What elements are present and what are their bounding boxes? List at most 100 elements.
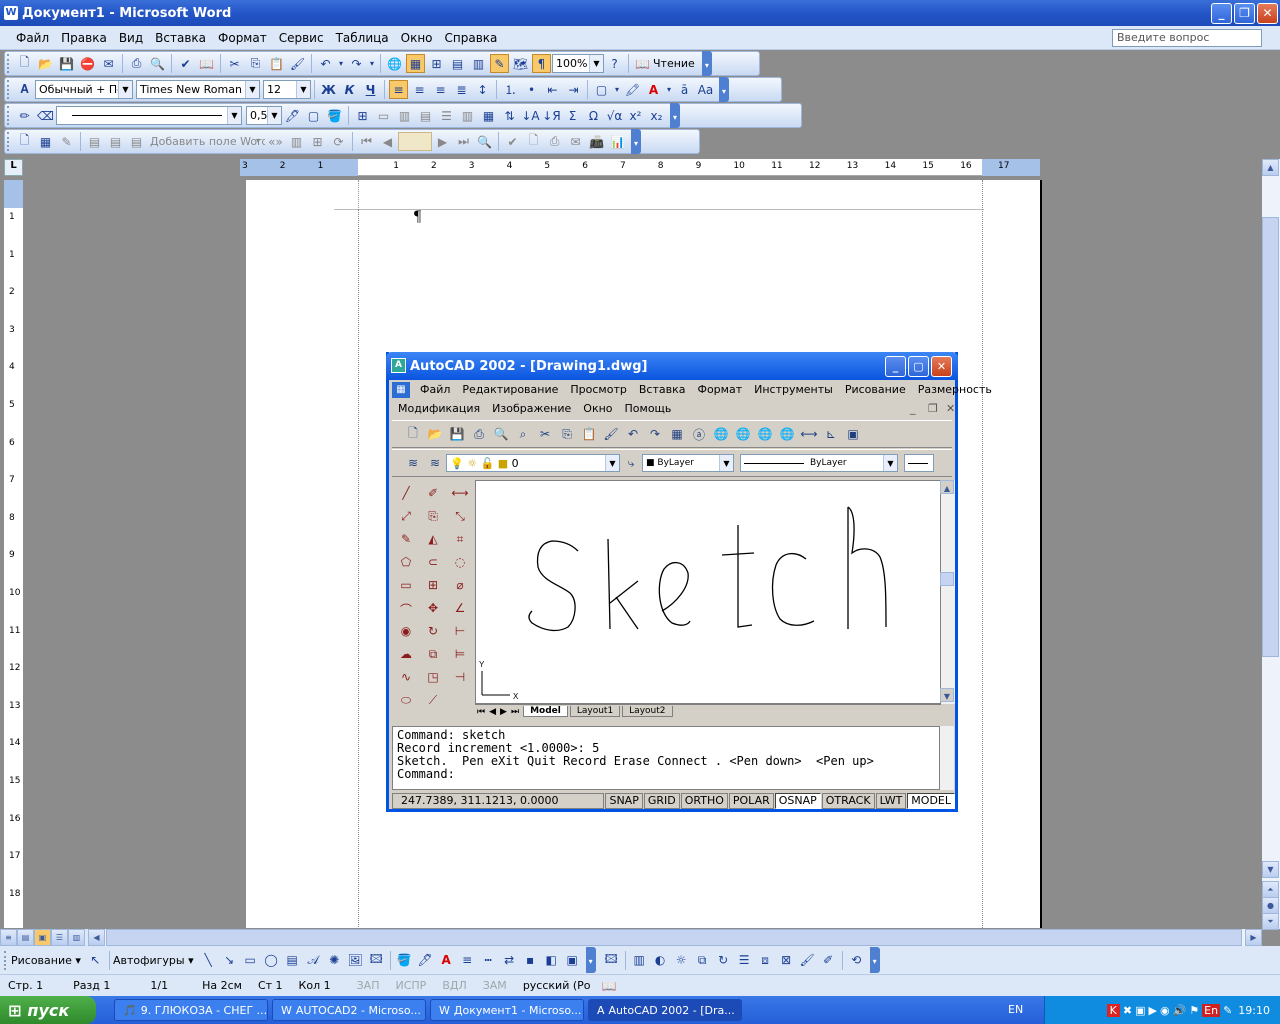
menu-view[interactable]: Вид (113, 31, 149, 45)
acad-dist-icon[interactable]: ⟷ (798, 424, 820, 444)
stretch-tool-icon[interactable]: ◳ (421, 670, 445, 693)
align-icon[interactable]: ▤ (416, 106, 435, 125)
antivirus-icon[interactable]: K (1106, 1003, 1120, 1017)
scroll-thumb[interactable] (106, 929, 1242, 946)
font-size-combo[interactable]: 12 ▼ (263, 80, 311, 99)
highlight-icon[interactable]: 🖍 (623, 80, 642, 99)
merge-fax-icon[interactable]: 📠 (587, 132, 606, 151)
close-button[interactable]: ✕ (1257, 3, 1278, 24)
acad-menu-image[interactable]: Изображение (486, 402, 577, 415)
reset-picture-icon[interactable]: ⟲ (847, 951, 866, 970)
align-right-icon[interactable]: ≡ (431, 80, 450, 99)
line-style2-icon[interactable]: ☰ (735, 951, 754, 970)
drawing-icon[interactable]: ✎ (490, 54, 509, 73)
acad-browse-icon[interactable]: 🌐 (776, 424, 798, 444)
undo-dropdown-icon[interactable]: ▾ (337, 54, 345, 73)
dash-style-icon[interactable]: ┅ (479, 951, 498, 970)
scroll-thumb[interactable] (940, 572, 954, 586)
toolbar-grip[interactable] (7, 80, 11, 99)
distribute-rows-icon[interactable]: ☰ (437, 106, 456, 125)
linear-dim-icon[interactable]: ⟷ (448, 486, 472, 509)
tray-icon[interactable]: ⚑ (1189, 1004, 1199, 1017)
print-icon[interactable]: ⎙ (127, 54, 146, 73)
tab-prev-icon[interactable]: ◀ (487, 707, 498, 717)
omega-icon[interactable]: Ω (584, 106, 603, 125)
textbox-icon[interactable]: ▤ (283, 951, 302, 970)
linetype-combo[interactable]: ByLayer ▼ (740, 454, 898, 472)
acad-menu-draw[interactable]: Рисование (839, 383, 912, 396)
menu-edit[interactable]: Правка (55, 31, 113, 45)
increase-indent-icon[interactable]: ⇥ (564, 80, 583, 99)
wrap-icon[interactable]: ⊠ (777, 951, 796, 970)
permission-icon[interactable]: ⛔ (78, 54, 97, 73)
normal-view-icon[interactable]: ≡ (0, 929, 17, 946)
record-number-input[interactable] (398, 132, 432, 151)
acad-today-icon[interactable]: ⓐ (688, 424, 710, 444)
acad-publish-icon[interactable]: 🌐 (732, 424, 754, 444)
task-item[interactable]: W Документ1 - Microso... (430, 999, 584, 1021)
acad-doc-close-icon[interactable]: ✕ (940, 402, 961, 415)
acad-open-icon[interactable]: 📂 (424, 424, 446, 444)
menu-format[interactable]: Формат (212, 31, 273, 45)
acad-web-icon[interactable]: 🌐 (710, 424, 732, 444)
ortho-toggle[interactable]: ORTHO (680, 792, 728, 809)
acad-menu-window[interactable]: Окно (577, 402, 618, 415)
array-tool-icon[interactable]: ⊞ (421, 578, 445, 601)
acad-menu-help[interactable]: Помощь (619, 402, 678, 415)
language-indicator[interactable]: EN (1008, 1003, 1023, 1016)
layer-combo[interactable]: 💡 ☼ 🔓 ■ 0 ▼ (446, 454, 620, 472)
task-item[interactable]: W AUTOCAD2 - Microso... (272, 999, 426, 1021)
polar-toggle[interactable]: POLAR (728, 792, 774, 809)
paste-icon[interactable]: 📋 (267, 54, 286, 73)
horizontal-ruler[interactable]: 3 2 1 1 2 3 4 5 6 7 8 9 10 11 12 13 14 15 16 17 (240, 159, 1040, 176)
keyboard-icon[interactable]: En (1202, 1003, 1221, 1017)
erase-tool-icon[interactable]: ✐ (421, 486, 445, 509)
compress-icon[interactable]: ⧈ (756, 951, 775, 970)
research-icon[interactable]: 📖 (197, 54, 216, 73)
update-icon[interactable]: ◉ (1160, 1004, 1170, 1017)
acad-menu-edit[interactable]: Редактирование (456, 383, 564, 396)
diagram-icon[interactable]: ✺ (325, 951, 344, 970)
scroll-left-icon[interactable]: ◀ (88, 929, 105, 946)
reading-view-icon[interactable]: ▥ (68, 929, 85, 946)
command-scrollbar[interactable] (940, 726, 954, 790)
maximize-button[interactable]: ❐ (1234, 3, 1255, 24)
scroll-down-icon[interactable]: ▼ (940, 688, 954, 702)
show-hide-icon[interactable]: ¶ (532, 54, 551, 73)
insert-table-icon[interactable]: ⊞ (353, 106, 372, 125)
last-record-icon[interactable]: ⏭ (454, 132, 473, 151)
menu-file[interactable]: Файл (10, 31, 55, 45)
first-record-icon[interactable]: ⏮ (357, 132, 376, 151)
move-tool-icon[interactable]: ✥ (421, 601, 445, 624)
sort-desc-icon[interactable]: ↓Я (542, 106, 561, 125)
acad-menu-dimension[interactable]: Размерность (912, 383, 998, 396)
toolbar-grip[interactable] (7, 132, 11, 151)
menu-tools[interactable]: Сервис (273, 31, 330, 45)
merge-new-doc-icon[interactable]: 🗋 (524, 132, 543, 151)
color-icon[interactable]: ▥ (630, 951, 649, 970)
3d-icon[interactable]: ◧ (542, 951, 561, 970)
toolbar-grip[interactable] (7, 54, 11, 73)
polygon-tool-icon[interactable]: ⬠ (394, 555, 418, 578)
copy-icon[interactable]: ⎘ (246, 54, 265, 73)
highlight-fields-icon[interactable]: ▥ (287, 132, 306, 151)
prev-page-icon[interactable]: ⏶ (1262, 881, 1279, 898)
view-merged-icon[interactable]: «» (266, 132, 285, 151)
arrow-icon[interactable]: ↘ (220, 951, 239, 970)
help-search-input[interactable]: Введите вопрос (1112, 29, 1262, 47)
oval-icon[interactable]: ◯ (262, 951, 281, 970)
contrast-icon[interactable]: ◐ (651, 951, 670, 970)
angular-dim-icon[interactable]: ∠ (448, 601, 472, 624)
scroll-right-icon[interactable]: ▶ (1245, 929, 1262, 946)
acad-copy-icon[interactable]: ⎘ (556, 424, 578, 444)
acad-preview-icon[interactable]: 🔍 (490, 424, 512, 444)
borders-dropdown-icon[interactable]: ▾ (613, 80, 621, 99)
select-objects-icon[interactable]: ↖ (86, 951, 105, 970)
lineweight-combo[interactable] (904, 454, 934, 472)
task-item[interactable]: 🎵 9. ГЛЮКОЗА - СНЕГ ... (114, 999, 268, 1021)
diameter-dim-icon[interactable]: ⌀ (448, 578, 472, 601)
scroll-up-icon[interactable]: ▲ (940, 480, 954, 494)
menu-help[interactable]: Справка (439, 31, 504, 45)
outside-border-icon[interactable]: ▢ (304, 106, 323, 125)
baseline-dim-icon[interactable]: ⊨ (448, 647, 472, 670)
